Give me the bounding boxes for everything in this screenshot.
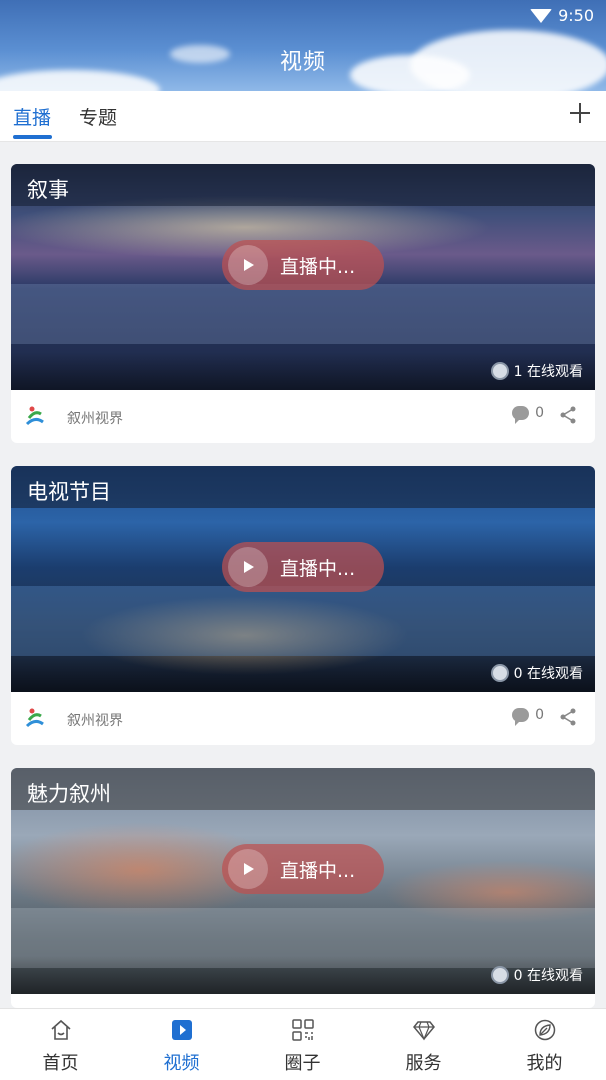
comment-count: 0 — [535, 707, 544, 723]
comment-button[interactable]: 0 — [512, 707, 544, 726]
live-thumbnail[interactable]: 电视节目 直播中... 0 在线观看 — [11, 466, 595, 692]
source-name: 叙州视界 — [67, 713, 123, 729]
share-icon[interactable] — [559, 406, 577, 424]
live-card[interactable]: 电视节目 直播中... 0 在线观看 叙州视界 0 — [11, 466, 595, 745]
viewer-count-text: 0 在线观看 — [513, 666, 583, 682]
status-bar: 9:50 — [530, 6, 594, 25]
live-play-button[interactable]: 直播中... — [222, 240, 384, 290]
nav-home[interactable]: 首页 — [0, 1009, 121, 1080]
home-icon — [50, 1019, 71, 1040]
source-logo-icon — [25, 406, 44, 426]
live-card[interactable]: 叙事 直播中... 1 在线观看 叙州视界 0 — [11, 164, 595, 443]
share-icon[interactable] — [559, 708, 577, 726]
nav-video[interactable]: 视频 — [121, 1009, 242, 1080]
tab-topics[interactable]: 专题 — [79, 103, 117, 130]
viewers-icon — [490, 966, 509, 984]
qr-grid-icon — [291, 1019, 314, 1041]
source-logo-icon — [25, 708, 44, 728]
viewer-count: 0 在线观看 — [490, 965, 583, 985]
card-meta: 叙州视界 0 — [11, 390, 595, 442]
live-thumbnail[interactable]: 魅力叙州 直播中... 0 在线观看 — [11, 768, 595, 994]
bottom-nav: 首页 视频 圈子 服务 我的 — [0, 1008, 606, 1080]
live-status-label: 直播中... — [280, 557, 356, 580]
active-tab-indicator — [13, 135, 52, 139]
card-meta: 叙州视界 0 — [11, 692, 595, 744]
play-icon — [228, 849, 268, 889]
nav-label: 服务 — [405, 1053, 442, 1074]
card-title: 叙事 — [27, 178, 69, 202]
viewer-count-text: 0 在线观看 — [513, 968, 583, 984]
live-play-button[interactable]: 直播中... — [222, 542, 384, 592]
wifi-icon — [530, 8, 553, 23]
diamond-icon — [412, 1021, 435, 1041]
tab-bar: 直播 专题 — [0, 91, 606, 142]
card-title: 电视节目 — [27, 480, 111, 504]
nav-label: 首页 — [42, 1053, 79, 1074]
comment-icon — [512, 406, 530, 424]
nav-services[interactable]: 服务 — [363, 1009, 484, 1080]
nav-label: 视频 — [163, 1053, 200, 1074]
comment-count: 0 — [535, 405, 544, 421]
app-header: 9:50 视频 — [0, 0, 606, 91]
comment-button[interactable]: 0 — [512, 405, 544, 424]
live-status-label: 直播中... — [280, 859, 356, 882]
video-play-icon — [171, 1020, 192, 1040]
play-icon — [228, 547, 268, 587]
tab-live[interactable]: 直播 — [13, 103, 51, 130]
page-title: 视频 — [279, 50, 326, 75]
nav-label: 我的 — [526, 1053, 563, 1074]
live-status-label: 直播中... — [280, 255, 356, 278]
source-name: 叙州视界 — [67, 411, 123, 427]
live-card[interactable]: 魅力叙州 直播中... 0 在线观看 — [11, 768, 595, 1008]
nav-circle[interactable]: 圈子 — [242, 1009, 363, 1080]
card-title: 魅力叙州 — [27, 782, 111, 806]
profile-leaf-icon — [534, 1019, 555, 1041]
add-channel-button[interactable] — [568, 101, 592, 125]
status-time: 9:50 — [558, 6, 594, 25]
play-icon — [228, 245, 268, 285]
live-play-button[interactable]: 直播中... — [222, 844, 384, 894]
comment-icon — [512, 708, 530, 726]
nav-profile[interactable]: 我的 — [484, 1009, 605, 1080]
viewer-count: 0 在线观看 — [490, 663, 583, 683]
viewer-count: 1 在线观看 — [490, 361, 583, 381]
nav-label: 圈子 — [284, 1053, 321, 1074]
viewers-icon — [490, 664, 509, 682]
viewers-icon — [490, 362, 509, 380]
live-thumbnail[interactable]: 叙事 直播中... 1 在线观看 — [11, 164, 595, 390]
viewer-count-text: 1 在线观看 — [513, 364, 583, 380]
